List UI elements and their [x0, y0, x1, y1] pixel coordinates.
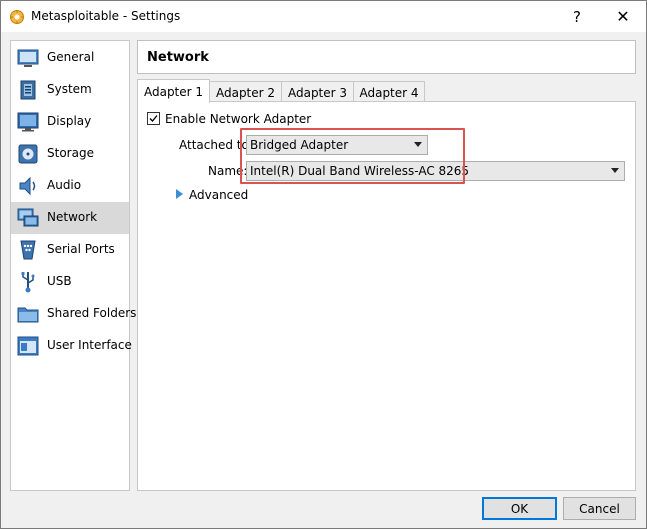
storage-icon	[18, 144, 38, 164]
title-bar: Metasploitable - Settings ? ✕	[1, 1, 646, 32]
enable-adapter-label: Enable Network Adapter	[165, 112, 312, 126]
sidebar-item-system[interactable]: System	[11, 74, 129, 106]
expand-arrow-icon[interactable]	[176, 189, 183, 199]
sidebar-item-audio[interactable]: Audio	[11, 170, 129, 202]
sidebar-item-label: Audio	[47, 178, 82, 192]
sidebar-item-usb[interactable]: USB	[11, 266, 129, 298]
tab-adapter-1[interactable]: Adapter 1	[137, 79, 210, 103]
sidebar-item-display[interactable]: Display	[11, 106, 129, 138]
tab-adapter-2[interactable]: Adapter 2	[209, 81, 282, 103]
window-title: Metasploitable - Settings	[31, 9, 181, 23]
tab-adapter-4[interactable]: Adapter 4	[353, 81, 425, 103]
audio-icon	[19, 176, 36, 196]
sidebar-item-general[interactable]: General	[11, 42, 129, 74]
chevron-down-icon	[611, 168, 619, 173]
help-button[interactable]: ?	[554, 1, 600, 32]
sidebar-item-storage[interactable]: Storage	[11, 138, 129, 170]
close-button[interactable]: ✕	[600, 1, 646, 32]
sidebar-item-label: Storage	[47, 146, 94, 160]
section-header: Network	[137, 40, 636, 74]
enable-adapter-checkbox[interactable]	[147, 112, 160, 125]
usb-icon	[21, 272, 35, 293]
sidebar-item-label: General	[47, 50, 95, 64]
virtualbox-app-icon	[10, 10, 24, 24]
sidebar-item-serial-ports[interactable]: Serial Ports	[11, 234, 129, 266]
sidebar-item-label: USB	[47, 274, 72, 288]
sidebar-item-network[interactable]: Network	[11, 202, 129, 234]
tab-adapter-3[interactable]: Adapter 3	[281, 81, 354, 103]
settings-sidebar: General System Display Storage Audio Net…	[10, 40, 136, 491]
page-title: Network	[147, 50, 209, 65]
sidebar-item-user-interface[interactable]: User Interface	[11, 330, 132, 362]
general-icon	[17, 49, 39, 67]
cancel-button[interactable]: Cancel	[563, 497, 636, 520]
highlight-annotation-box	[240, 128, 465, 184]
sidebar-item-label: Serial Ports	[47, 242, 115, 256]
ok-button[interactable]: OK	[482, 497, 557, 520]
system-icon	[20, 80, 36, 100]
checkmark-icon	[149, 115, 158, 122]
serial-ports-icon	[20, 240, 36, 260]
user-interface-icon	[17, 336, 39, 356]
sidebar-item-label: System	[47, 82, 92, 96]
sidebar-item-label: User Interface	[47, 338, 132, 352]
network-icon	[17, 208, 39, 227]
advanced-toggle[interactable]: Advanced	[189, 188, 248, 202]
shared-folders-icon	[17, 307, 39, 323]
sidebar-item-label: Display	[47, 114, 92, 128]
sidebar-item-label: Network	[47, 210, 98, 224]
display-icon	[17, 112, 39, 132]
sidebar-item-label: Shared Folders	[47, 306, 137, 320]
sidebar-item-shared-folders[interactable]: Shared Folders	[11, 298, 136, 330]
